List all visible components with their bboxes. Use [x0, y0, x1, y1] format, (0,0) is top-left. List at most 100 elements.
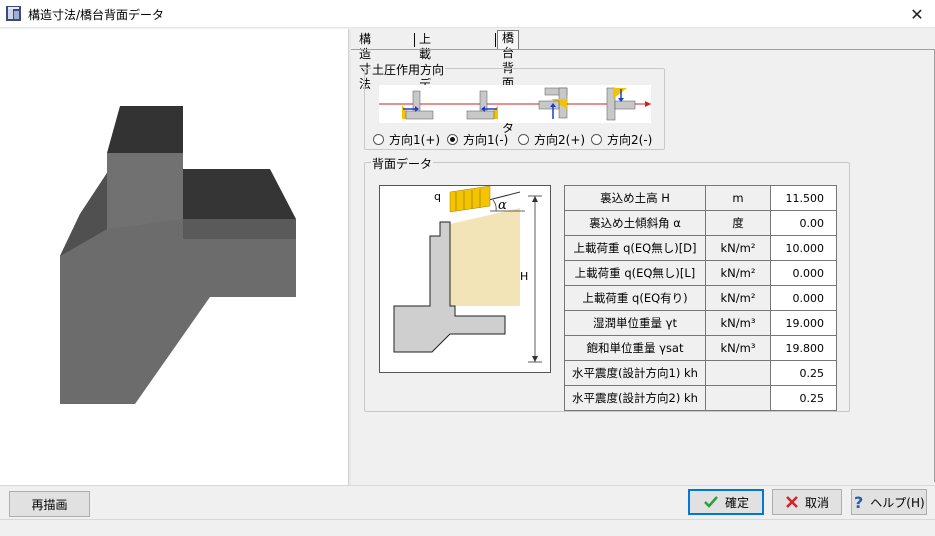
param-value-input[interactable]: 10.000 — [770, 235, 837, 261]
tab-structure-dimensions[interactable]: 構造寸法 — [355, 32, 375, 91]
alpha-label: α — [498, 198, 507, 213]
direction-1-plus-icon — [402, 90, 434, 120]
arrow-up-icon — [532, 196, 538, 202]
abutment-3d-model — [60, 106, 296, 404]
param-unit — [705, 385, 771, 411]
redraw-button[interactable]: 再描画 — [9, 491, 90, 517]
tab-panel: 土圧作用方向 方向1(+) 方向1(-) 方向2(+) 方向2(-) 背面データ… — [351, 49, 935, 482]
alpha-arc — [492, 199, 497, 212]
q-label: q — [434, 190, 441, 203]
radio-direction-1-minus[interactable]: 方向1(-) — [447, 131, 508, 147]
param-label: 湿潤単位重量 γt — [564, 310, 706, 336]
radio-indicator — [591, 133, 602, 145]
table-row: 水平震度(設計方向1) kh 0.25 — [564, 360, 837, 386]
direction-1-minus-icon — [466, 90, 498, 120]
table-row: 上載荷重 q(EQ無し)[L] kN/m² 0.000 — [564, 260, 837, 286]
h-label: H — [520, 270, 528, 283]
property-pane: 構造寸法 上載土データ 橋台背面データ 土圧作用方向 — [351, 29, 935, 485]
table-row: 飽和単位重量 γsat kN/m³ 19.800 — [564, 335, 837, 361]
param-value-input[interactable]: 19.800 — [770, 335, 837, 361]
radio-indicator-selected — [447, 133, 458, 145]
table-row: 湿潤単位重量 γt kN/m³ 19.000 — [564, 310, 837, 336]
help-button-label: ヘルプ(H) — [870, 495, 925, 510]
direction-2-plus-icon — [538, 87, 568, 119]
param-value-input[interactable]: 19.000 — [770, 310, 837, 336]
param-label: 上載荷重 q(EQ無し)[D] — [564, 235, 706, 261]
table-row: 裏込め土傾斜角 α 度 0.00 — [564, 210, 837, 236]
param-label: 上載荷重 q(EQ有り) — [564, 285, 706, 311]
radio-direction-2-minus[interactable]: 方向2(-) — [591, 131, 652, 147]
param-label: 裏込め土傾斜角 α — [564, 210, 706, 236]
back-data-group-title: 背面データ — [371, 155, 434, 172]
radio-label: 方向2(-) — [607, 132, 653, 147]
direction-group: 土圧作用方向 方向1(+) 方向1(-) 方向2(+) 方向2(-) — [364, 61, 665, 150]
radio-label: 方向1(+) — [389, 132, 441, 147]
param-value-input[interactable]: 11.500 — [770, 185, 837, 211]
radio-direction-2-plus[interactable]: 方向2(+) — [518, 131, 585, 147]
check-icon — [703, 495, 719, 509]
window-title: 構造寸法/橋台背面データ — [28, 8, 165, 22]
param-label: 飽和単位重量 γsat — [564, 335, 706, 361]
tab-abutment-back[interactable]: 橋台背面データ — [497, 30, 520, 135]
param-unit: kN/m³ — [705, 310, 771, 336]
direction-diagram — [379, 85, 651, 123]
back-data-group: 背面データ α q H 裏込め土高 H m 11.500 裏込め土傾斜角 α 度… — [364, 155, 850, 412]
param-value-input[interactable]: 0.25 — [770, 385, 837, 411]
button-bar: 再描画 確定 取消 ? ヘルプ(H) — [0, 485, 935, 519]
close-button[interactable]: ✕ — [899, 0, 935, 28]
help-button[interactable]: ? ヘルプ(H) — [851, 489, 927, 515]
param-value-input[interactable]: 0.000 — [770, 260, 837, 286]
param-unit: kN/m³ — [705, 335, 771, 361]
cancel-button[interactable]: 取消 — [772, 489, 842, 515]
backfill-soil-area — [450, 208, 520, 306]
app-icon — [6, 6, 21, 21]
cancel-button-label: 取消 — [804, 495, 829, 510]
direction-radio-group: 方向1(+) 方向1(-) 方向2(+) 方向2(-) — [373, 131, 663, 147]
param-label: 裏込め土高 H — [564, 185, 706, 211]
radio-indicator — [518, 133, 529, 145]
dialog-window: 構造寸法/橋台背面データ ✕ 構造寸法 上載土データ 橋台背面データ — [0, 0, 935, 536]
svg-text:?: ? — [854, 494, 863, 510]
param-value-input[interactable]: 0.00 — [770, 210, 837, 236]
table-row: 裏込め土高 Hm 11.500 — [564, 185, 837, 211]
model-wall-face — [107, 153, 183, 229]
backfill-diagram: α q H — [379, 185, 551, 373]
arrow-down-icon — [532, 356, 538, 362]
radio-direction-1-plus[interactable]: 方向1(+) — [373, 131, 440, 147]
table-row: 水平震度(設計方向2) kh 0.25 — [564, 385, 837, 411]
model-top-upper — [107, 106, 183, 153]
direction-2-minus-icon — [606, 87, 636, 121]
question-icon: ? — [853, 494, 867, 510]
close-icon: ✕ — [910, 4, 924, 24]
param-value-input[interactable]: 0.000 — [770, 285, 837, 311]
redraw-button-label: 再描画 — [31, 497, 68, 512]
param-unit: 度 — [705, 210, 771, 236]
param-unit: kN/m² — [705, 285, 771, 311]
status-bar — [0, 519, 935, 536]
table-row: 上載荷重 q(EQ有り) kN/m² 0.000 — [564, 285, 837, 311]
direction-group-title: 土圧作用方向 — [371, 61, 446, 78]
radio-label: 方向1(-) — [463, 132, 509, 147]
table-row: 上載荷重 q(EQ無し)[D] kN/m² 10.000 — [564, 235, 837, 261]
param-unit: kN/m² — [705, 260, 771, 286]
radio-indicator — [373, 133, 384, 145]
param-label: 水平震度(設計方向1) kh — [564, 360, 706, 386]
param-unit: m — [705, 185, 771, 211]
3d-viewport[interactable] — [0, 29, 348, 485]
ok-button-label: 確定 — [724, 495, 749, 510]
model-top-footing — [183, 169, 296, 219]
param-unit: kN/m² — [705, 235, 771, 261]
title-bar: 構造寸法/橋台背面データ ✕ — [0, 0, 935, 28]
ok-button[interactable]: 確定 — [688, 489, 764, 515]
param-label: 水平震度(設計方向2) kh — [564, 385, 706, 411]
cross-icon — [785, 495, 799, 509]
arrow-right-icon — [645, 101, 651, 107]
back-data-table: 裏込め土高 Hm 11.500 裏込め土傾斜角 α 度 0.00 上載荷重 q(EQ無し)… — [564, 185, 837, 411]
model-footing-edge — [183, 219, 296, 239]
param-label: 上載荷重 q(EQ無し)[L] — [564, 260, 706, 286]
param-unit — [705, 360, 771, 386]
tab-separator — [495, 33, 496, 47]
tab-surcharge-soil[interactable]: 上載土データ — [415, 32, 435, 121]
surcharge-load-icon — [449, 185, 491, 213]
param-value-input[interactable]: 0.25 — [770, 360, 837, 386]
